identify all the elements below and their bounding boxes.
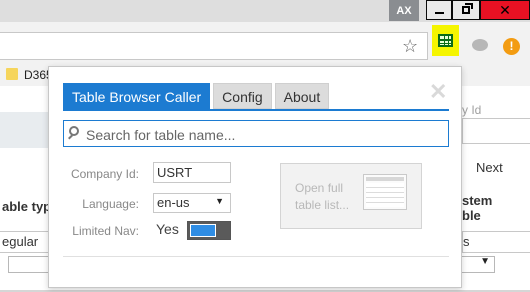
tab-about[interactable]: About [274, 83, 330, 109]
open-button-line2: table list... [295, 198, 350, 212]
minimize-button[interactable] [426, 0, 452, 20]
system-table-header: stem ble [462, 193, 492, 223]
chevron-down-icon: ▼ [215, 196, 224, 206]
folder-icon [6, 68, 18, 80]
restore-button[interactable] [452, 0, 480, 20]
limited-nav-value: Yes [156, 221, 179, 237]
bookmark-star-icon[interactable]: ☆ [402, 36, 418, 57]
tab-underline [63, 109, 449, 111]
table-icon [438, 34, 453, 47]
search-input[interactable] [84, 124, 443, 145]
toggle-knob [190, 224, 216, 237]
language-label: Language: [82, 197, 139, 211]
language-select[interactable]: en-us ▼ [153, 193, 231, 213]
next-button[interactable]: Next [476, 160, 503, 175]
chevron-down-icon: ▼ [480, 256, 490, 267]
close-icon: ✕ [499, 1, 511, 18]
tab-config[interactable]: Config [213, 83, 272, 109]
open-button-line1: Open full [295, 181, 344, 195]
limited-nav-label: Limited Nav: [72, 224, 139, 238]
table-browser-extension-button[interactable] [432, 25, 459, 56]
system-header-line2: ble [462, 208, 481, 223]
table-search-field[interactable] [63, 120, 449, 147]
extension-icon[interactable] [472, 39, 488, 51]
search-icon [69, 126, 79, 136]
limited-nav-toggle[interactable] [187, 221, 231, 240]
environment-badge: AX [389, 0, 419, 21]
tab-table-browser-caller[interactable]: Table Browser Caller [63, 83, 211, 109]
alert-extension-icon[interactable]: ! [503, 38, 520, 55]
bg-company-id-input[interactable] [462, 118, 530, 144]
close-window-button[interactable]: ✕ [480, 0, 530, 20]
table-list-icon [363, 174, 407, 210]
language-value: en-us [157, 195, 190, 210]
system-header-line1: stem [462, 193, 493, 208]
open-full-table-list-button[interactable]: Open full table list... [280, 163, 422, 229]
popup-divider [63, 256, 449, 257]
popup-tabs: Table Browser Caller Config About [63, 83, 330, 109]
company-id-label: Company Id: [70, 167, 139, 181]
system-table-cell[interactable]: s [462, 231, 530, 253]
open-button-label: Open full table list... [295, 180, 355, 214]
minimize-icon [434, 12, 444, 14]
bg-company-id-label: y Id [462, 103, 482, 117]
address-bar[interactable]: ☆ [0, 32, 428, 60]
popup-close-icon[interactable]: ✕ [429, 79, 447, 105]
window-titlebar: AX ✕ [0, 0, 530, 22]
restore-icon [462, 3, 473, 14]
company-id-input[interactable]: USRT [153, 162, 231, 183]
extension-popup: Table Browser Caller Config About ✕ Comp… [48, 66, 462, 288]
